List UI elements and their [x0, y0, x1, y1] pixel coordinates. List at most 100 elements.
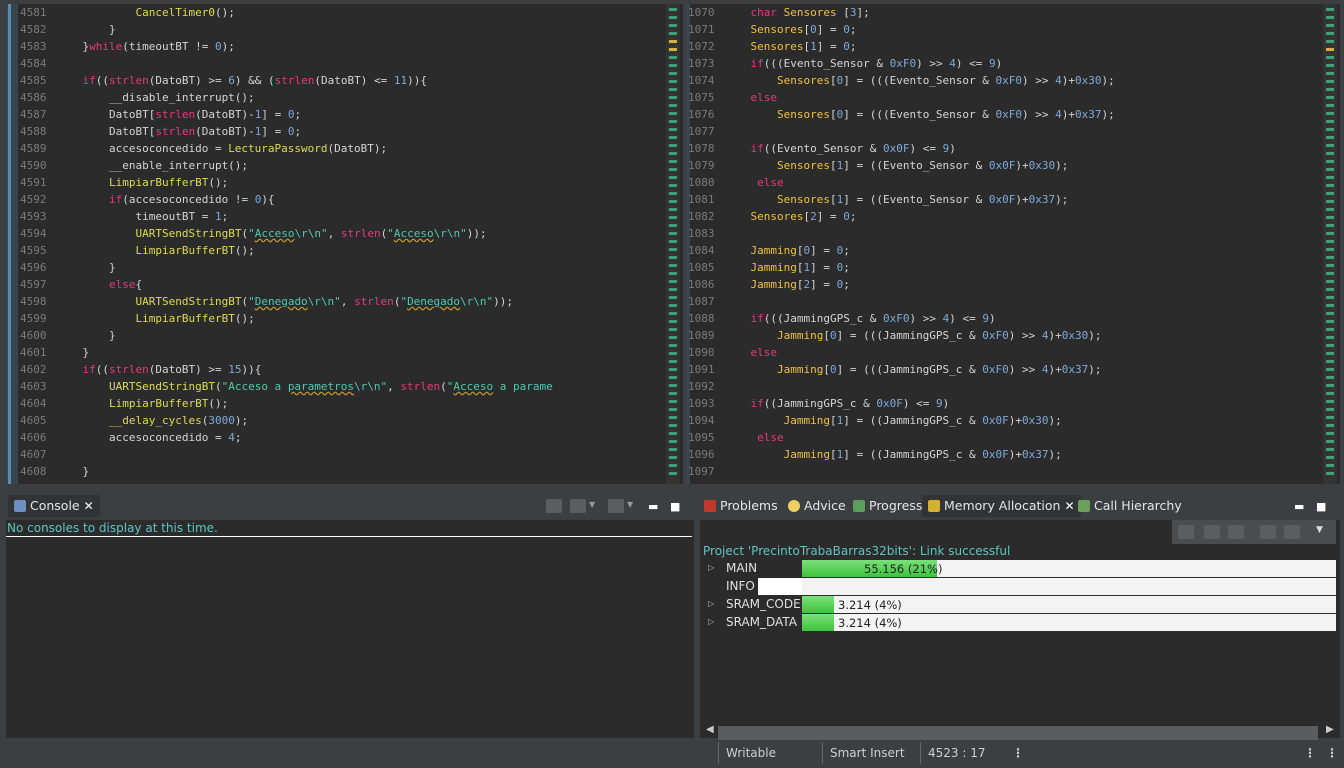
code-line[interactable]: 4589 accesoconcedido = LecturaPassword(D… — [20, 140, 651, 157]
ruler-marker[interactable] — [669, 104, 677, 107]
ruler-marker[interactable] — [669, 296, 677, 299]
overview-ruler[interactable] — [1323, 4, 1337, 484]
ruler-marker[interactable] — [1326, 32, 1334, 35]
code-line[interactable]: 1073 if(((Evento_Sensor & 0xF0) >> 4) <=… — [688, 55, 1308, 72]
ruler-marker[interactable] — [669, 64, 677, 67]
code-line[interactable]: 1078 if((Evento_Sensor & 0x0F) <= 9) — [688, 140, 1308, 157]
ruler-marker[interactable] — [1326, 352, 1334, 355]
ruler-marker[interactable] — [669, 304, 677, 307]
ruler-marker[interactable] — [669, 360, 677, 363]
close-icon[interactable]: ✕ — [1064, 495, 1074, 517]
tab-console[interactable]: Console ✕ — [8, 495, 100, 517]
tab-call-hierarchy[interactable]: Call Hierarchy — [1078, 495, 1182, 517]
ruler-marker[interactable] — [1326, 272, 1334, 275]
ruler-marker[interactable] — [1326, 416, 1334, 419]
code-line[interactable]: 1097 — [688, 463, 1308, 480]
vertical-scrollbar[interactable] — [657, 4, 663, 484]
tab-memory-allocation[interactable]: Memory Allocation ✕ — [922, 495, 1081, 517]
expand-icon[interactable]: ▷ — [708, 613, 714, 631]
code-line[interactable]: 4581 CancelTimer0(); — [20, 4, 651, 21]
close-icon[interactable]: ✕ — [84, 495, 94, 517]
ruler-marker[interactable] — [1326, 160, 1334, 163]
code-line[interactable]: 1096 Jamming[1] = ((JammingGPS_c & 0x0F)… — [688, 446, 1308, 463]
ruler-marker[interactable] — [1326, 392, 1334, 395]
code-line[interactable]: 1075 else — [688, 89, 1308, 106]
ruler-marker[interactable] — [1326, 216, 1334, 219]
remove-icon[interactable] — [1178, 525, 1194, 539]
code-line[interactable]: 4606 accesoconcedido = 4; — [20, 429, 651, 446]
ruler-marker[interactable] — [669, 112, 677, 115]
code-line[interactable]: 1086 Jamming[2] = 0; — [688, 276, 1308, 293]
code-line[interactable]: 1094 Jamming[1] = ((JammingGPS_c & 0x0F)… — [688, 412, 1308, 429]
ruler-marker[interactable] — [1326, 128, 1334, 131]
tab-progress[interactable]: Progress — [853, 495, 922, 517]
ruler-marker[interactable] — [669, 424, 677, 427]
ruler-marker[interactable] — [1326, 208, 1334, 211]
code-line[interactable]: 1080 else — [688, 174, 1308, 191]
ruler-marker[interactable] — [669, 240, 677, 243]
ruler-marker[interactable] — [1326, 200, 1334, 203]
expand-all-icon[interactable] — [1204, 525, 1220, 539]
scroll-right-icon[interactable]: ▶ — [1326, 724, 1334, 735]
ruler-marker[interactable] — [1326, 248, 1334, 251]
ruler-marker[interactable] — [669, 232, 677, 235]
ruler-marker[interactable] — [1326, 120, 1334, 123]
ruler-marker[interactable] — [669, 472, 677, 475]
ruler-marker[interactable] — [669, 328, 677, 331]
code-line[interactable]: 1071 Sensores[0] = 0; — [688, 21, 1308, 38]
ruler-marker[interactable] — [669, 288, 677, 291]
ruler-marker[interactable] — [1326, 400, 1334, 403]
ruler-marker[interactable] — [669, 88, 677, 91]
code-line[interactable]: 1084 Jamming[0] = 0; — [688, 242, 1308, 259]
ruler-marker[interactable] — [1326, 24, 1334, 27]
ruler-marker[interactable] — [669, 176, 677, 179]
code-line[interactable]: 1072 Sensores[1] = 0; — [688, 38, 1308, 55]
code-line[interactable]: 1087 — [688, 293, 1308, 310]
ruler-marker[interactable] — [669, 192, 677, 195]
ruler-marker[interactable] — [669, 152, 677, 155]
open-folder-icon[interactable] — [1260, 525, 1276, 539]
ruler-marker[interactable] — [669, 280, 677, 283]
chevron-down-icon[interactable]: ▼ — [627, 500, 633, 509]
ruler-marker[interactable] — [1326, 336, 1334, 339]
code-line[interactable]: 1095 else — [688, 429, 1308, 446]
code-area[interactable]: 4581 CancelTimer0(); 4582 } 4583 }while(ti… — [20, 4, 651, 480]
code-line[interactable]: 4599 LimpiarBufferBT(); — [20, 310, 651, 327]
ruler-marker[interactable] — [1326, 448, 1334, 451]
ruler-marker[interactable] — [1326, 360, 1334, 363]
ruler-marker[interactable] — [1326, 8, 1334, 11]
memory-row[interactable]: ▷ SRAM_CODE 3.214 (4%) — [700, 595, 1340, 613]
ruler-marker[interactable] — [1326, 168, 1334, 171]
ruler-marker[interactable] — [669, 392, 677, 395]
code-line[interactable]: 4595 LimpiarBufferBT(); — [20, 242, 651, 259]
code-line[interactable]: 1090 else — [688, 344, 1308, 361]
ruler-marker[interactable] — [669, 352, 677, 355]
ruler-marker[interactable] — [1326, 144, 1334, 147]
code-line[interactable]: 4601 } — [20, 344, 651, 361]
ruler-marker[interactable] — [1326, 320, 1334, 323]
minimize-icon[interactable]: ▬ — [1294, 500, 1304, 513]
code-line[interactable]: 1079 Sensores[1] = ((Evento_Sensor & 0x0… — [688, 157, 1308, 174]
overview-ruler[interactable] — [666, 4, 680, 484]
code-line[interactable]: 4605 __delay_cycles(3000); — [20, 412, 651, 429]
code-line[interactable]: 1077 — [688, 123, 1308, 140]
ruler-marker[interactable] — [669, 264, 677, 267]
ruler-marker[interactable] — [1326, 296, 1334, 299]
code-line[interactable]: 4603 UARTSendStringBT("Acceso a parametr… — [20, 378, 651, 395]
collapse-all-icon[interactable] — [1228, 525, 1244, 539]
code-line[interactable]: 1088 if(((JammingGPS_c & 0xF0) >> 4) <= … — [688, 310, 1308, 327]
code-line[interactable]: 4593 timeoutBT = 1; — [20, 208, 651, 225]
ruler-marker[interactable] — [1326, 96, 1334, 99]
new-console-icon[interactable] — [608, 499, 624, 513]
code-line[interactable]: 4600 } — [20, 327, 651, 344]
ruler-marker[interactable] — [669, 336, 677, 339]
ruler-marker[interactable] — [1326, 16, 1334, 19]
export-icon[interactable] — [1284, 525, 1300, 539]
ruler-marker[interactable] — [669, 256, 677, 259]
ruler-marker[interactable] — [1326, 472, 1334, 475]
ruler-marker[interactable] — [1326, 232, 1334, 235]
ruler-marker[interactable] — [1326, 424, 1334, 427]
ruler-marker[interactable] — [669, 456, 677, 459]
ruler-marker[interactable] — [1326, 88, 1334, 91]
ruler-marker[interactable] — [669, 400, 677, 403]
